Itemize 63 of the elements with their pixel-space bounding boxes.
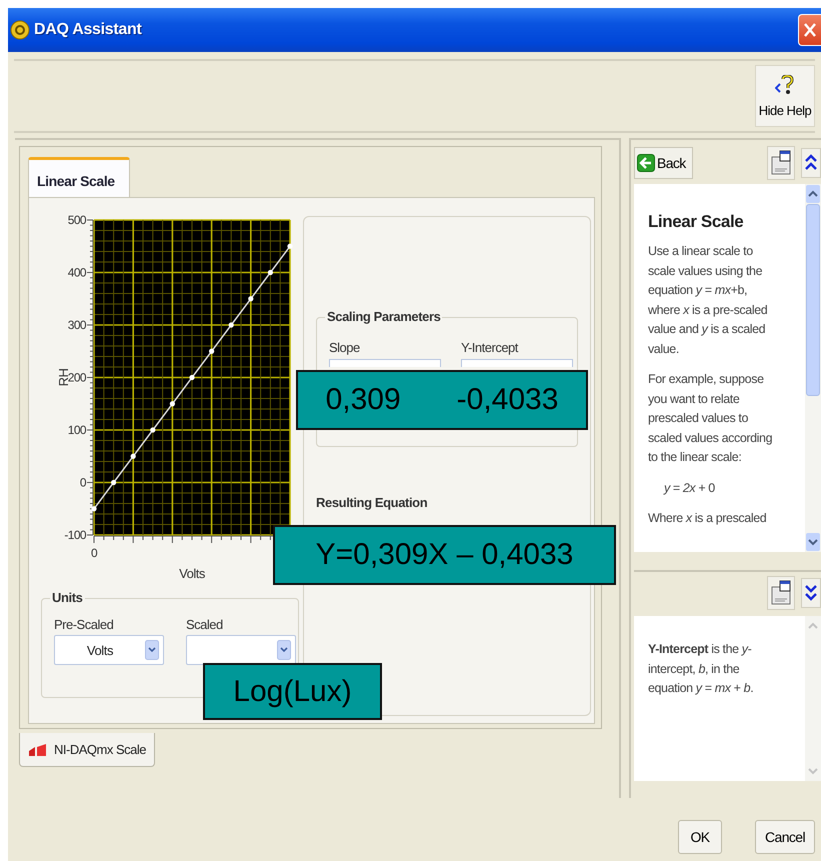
group-title: Scaling Parameters	[325, 309, 442, 324]
callout-label: Y=0,309X – 0,4033	[273, 525, 616, 585]
scrollbar[interactable]	[805, 184, 821, 552]
help-paragraph: y = 2x + 0	[662, 480, 716, 497]
close-icon	[804, 23, 816, 37]
data-point	[170, 401, 175, 406]
field-label: Slope	[329, 340, 361, 355]
help-icon	[775, 74, 795, 96]
axis-tick-label: 200	[68, 370, 86, 384]
window-icon[interactable]	[767, 146, 795, 180]
data-point	[268, 270, 273, 276]
axis-tick-label: 100	[68, 423, 86, 437]
help-paragraph: Use a linear scale to scale values using the equation y = mx+b, where x is a pre-scaled value and y is a scaled value.	[648, 243, 768, 358]
double-chevron-down-icon[interactable]	[801, 578, 821, 608]
axis-title: Volts	[179, 566, 205, 581]
app-icon	[10, 20, 30, 40]
cancel-button[interactable]: Cancel	[755, 820, 815, 854]
double-chevron-up-icon[interactable]	[801, 148, 821, 178]
data-point	[228, 322, 234, 328]
tab[interactable]: NI-DAQmx Scale	[19, 733, 155, 767]
axis-tick-label: 500	[68, 213, 86, 227]
axis-tick-label: 400	[68, 266, 86, 280]
data-point	[91, 506, 97, 512]
axis-tick-label: -100	[64, 528, 86, 542]
window-icon[interactable]	[767, 576, 795, 610]
back-arrow-icon	[636, 154, 655, 172]
field-label: Scaled	[186, 617, 224, 632]
dropdown[interactable]: Volts	[54, 635, 164, 665]
data-point	[248, 296, 254, 302]
input-field[interactable]	[329, 359, 441, 367]
callout-text: -0,4033	[456, 383, 558, 417]
axis-tick-label: 300	[68, 318, 86, 332]
data-point	[209, 348, 214, 354]
axis-tick-label: 0	[80, 476, 86, 490]
scroll-up-icon	[806, 185, 820, 203]
window-title: DAQ Assistant	[34, 21, 142, 39]
data-point	[130, 454, 136, 459]
input-field[interactable]	[461, 359, 573, 367]
group-title: Units	[50, 590, 85, 605]
data-point	[150, 427, 156, 433]
scrollbar[interactable]	[805, 616, 821, 781]
tab[interactable]: Linear Scale	[28, 157, 130, 197]
data-point	[189, 374, 195, 380]
help-title: Linear Scale	[648, 212, 744, 232]
scroll-down-icon	[806, 533, 820, 551]
section-title: Resulting Equation	[316, 495, 428, 510]
axis-tick-label: 0	[90, 546, 98, 560]
data-point	[111, 480, 116, 486]
help-paragraph: Where x is a prescaled	[648, 510, 768, 527]
scroll-thumb[interactable]	[806, 204, 820, 396]
field-label: Pre-Scaled	[54, 617, 114, 632]
callout-text: 0,309	[326, 383, 401, 417]
close-button[interactable]	[798, 14, 821, 46]
ok-button[interactable]: OK	[678, 820, 722, 854]
help-paragraph: For example, suppose you want to relate prescaled values to scaled values according to the linear scale:	[648, 371, 774, 466]
dropdown[interactable]	[186, 635, 296, 665]
field-label: Y-Intercept	[461, 340, 520, 355]
hide-help-button[interactable]: Hide Help	[755, 65, 815, 127]
back-button[interactable]: Back	[634, 147, 693, 179]
data-point	[287, 244, 293, 249]
flag-icon	[28, 742, 48, 756]
help-paragraph: Y-Intercept is the y-intercept, b, in the equation y = mx + b.	[648, 641, 754, 697]
callout-label: Log(Lux)	[203, 663, 382, 720]
